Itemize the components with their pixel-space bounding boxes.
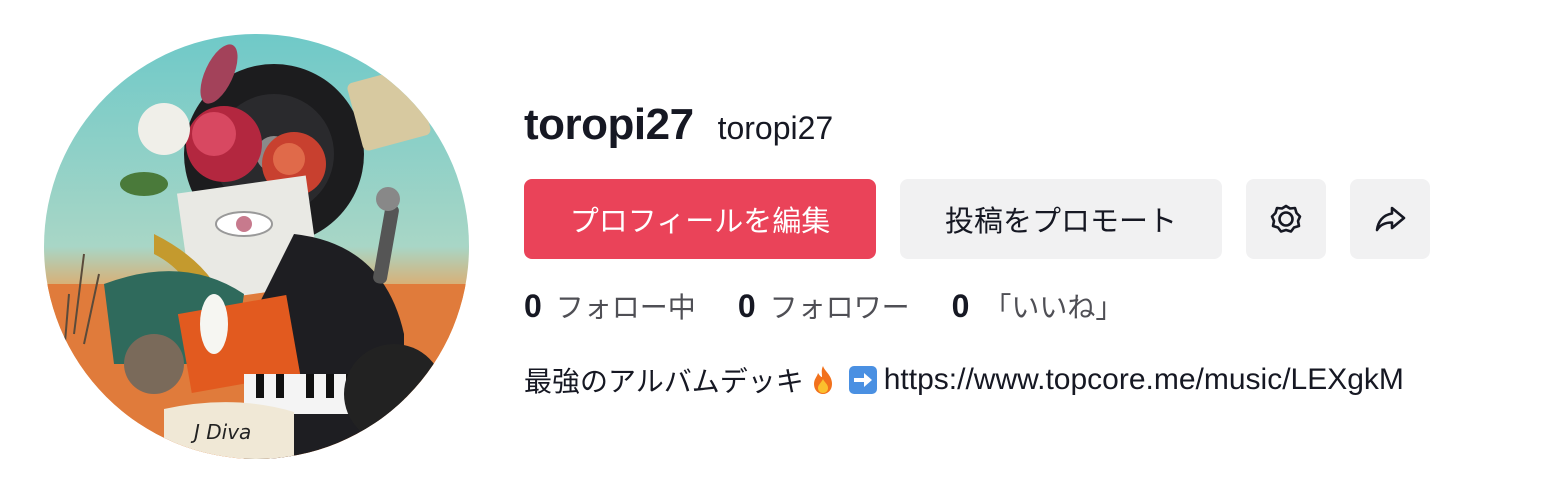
username: toropi27 (524, 100, 694, 149)
name-row: toropi27 toropi27 (524, 100, 1534, 156)
avatar[interactable]: J Diva (44, 34, 469, 459)
likes-count: 0 (951, 288, 970, 324)
bio: 最強のアルバムデッキ https://www.topcore.me/music/… (524, 360, 1404, 400)
promote-post-button[interactable]: 投稿をプロモート (900, 179, 1222, 259)
likes-label: 「いいね」 (983, 291, 1124, 324)
stat-following[interactable]: 0 フォロー中 (524, 286, 696, 326)
stat-followers[interactable]: 0 フォロワー (738, 286, 910, 326)
settings-button[interactable] (1246, 179, 1326, 259)
share-arrow-icon (1375, 206, 1406, 232)
profile-info: toropi27 toropi27 プロフィールを編集 投稿をプロモート 0 フ… (524, 100, 1534, 398)
fire-icon (810, 365, 836, 395)
avatar-collage-image: J Diva (44, 34, 469, 459)
avatar-label-text: J Diva (190, 420, 251, 444)
bio-text: 最強のアルバムデッキ (524, 365, 804, 398)
gear-icon (1270, 204, 1302, 233)
following-label: フォロー中 (555, 291, 696, 324)
followers-label: フォロワー (769, 291, 910, 324)
stats-row: 0 フォロー中 0 フォロワー 0 「いいね」 (524, 286, 1123, 326)
nickname: toropi27 (717, 110, 834, 146)
action-buttons: プロフィールを編集 投稿をプロモート (524, 179, 1430, 259)
edit-profile-button[interactable]: プロフィールを編集 (524, 179, 876, 259)
followers-count: 0 (737, 288, 756, 324)
following-count: 0 (524, 288, 542, 324)
stat-likes: 0 「いいね」 (952, 286, 1124, 326)
share-button[interactable] (1350, 179, 1430, 259)
right-arrow-icon (848, 365, 878, 395)
bio-link[interactable]: https://www.topcore.me/music/LEXgkM (884, 363, 1404, 397)
